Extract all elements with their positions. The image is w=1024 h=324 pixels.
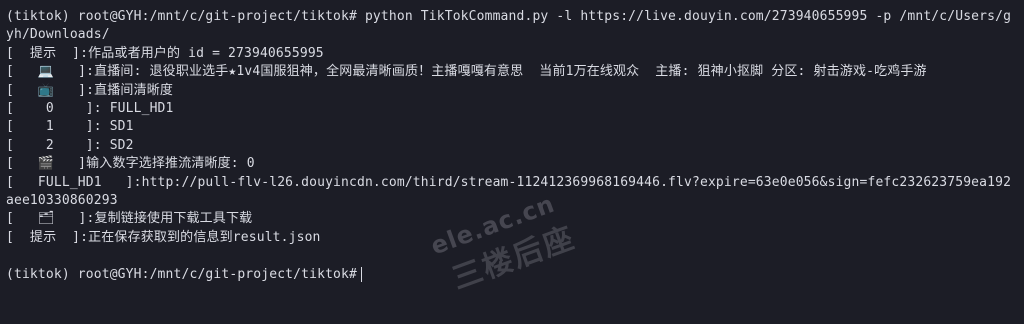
shell-prompt: (tiktok) root@GYH:/mnt/c/git-project/tik… [6, 266, 357, 282]
terminal-line-quality-input: [ 🎬 ]输入数字选择推流清晰度: 0 [6, 156, 255, 172]
terminal-line-quality-header: [ 📺 ]:直播间清晰度 [6, 82, 174, 98]
terminal-line-id: [ 提示 ]:作品或者用户的 id = 273940655995 [6, 45, 324, 61]
terminal-window[interactable]: (tiktok) root@GYH:/mnt/c/git-project/tik… [0, 0, 1024, 324]
terminal-line-command: (tiktok) root@GYH:/mnt/c/git-project/tik… [6, 9, 1012, 43]
terminal-line-copy-hint: [ 🗂 ]:复制链接使用下载工具下载 [6, 211, 253, 227]
terminal-line-stream-url[interactable]: [ FULL_HD1 ]:http://pull-flv-l26.douyinc… [6, 174, 1018, 211]
terminal-line-quality-option-0: [ 0 ]: FULL_HD1 [6, 101, 174, 117]
terminal-line-quality-option-2: [ 2 ]: SD2 [6, 137, 134, 153]
terminal-line-live-room: [ 💻 ]:直播间: 退役职业选手★1v4国服狙神，全网最清晰画质！主播嘎嘎有意… [6, 64, 927, 80]
terminal-input-line[interactable]: (tiktok) root@GYH:/mnt/c/git-project/tik… [6, 266, 1018, 284]
terminal-line-save-info: [ 提示 ]:正在保存获取到的信息到result.json [6, 229, 321, 245]
terminal-line-quality-option-1: [ 1 ]: SD1 [6, 119, 134, 135]
text-cursor [360, 267, 362, 283]
